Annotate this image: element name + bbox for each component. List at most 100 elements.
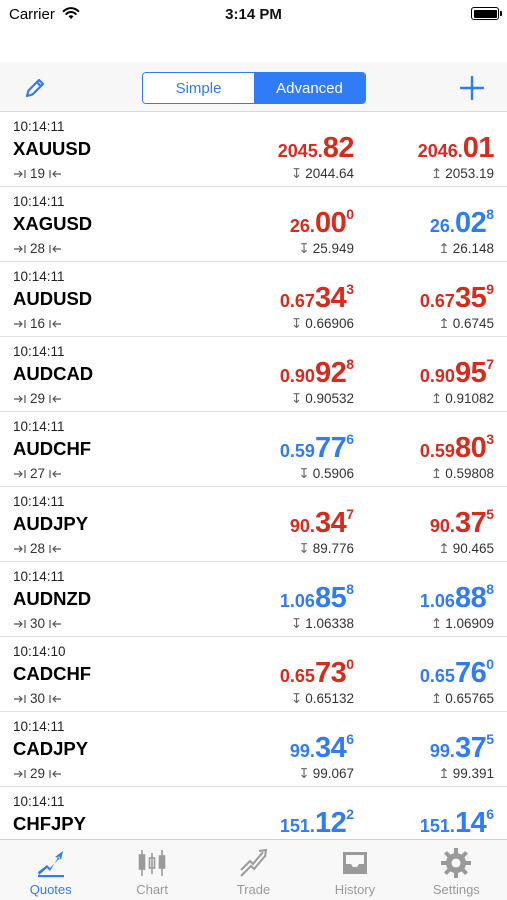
quote-time: 10:14:10 <box>13 644 66 659</box>
quote-row[interactable]: 10:14:11 AUDNZD 30 1.06858 1.06888 ↧ 1.06338 ↥ 1… <box>0 562 507 637</box>
spread-value: 29 <box>30 766 46 781</box>
day-low: ↧ 0.66906 <box>291 316 354 332</box>
bid-price-prefix: 0.67 <box>279 291 315 311</box>
day-high-value: 1.06909 <box>445 616 494 631</box>
quote-symbol: AUDCHF <box>13 438 92 459</box>
tab-history[interactable]: History <box>304 840 405 900</box>
quote-row[interactable]: 10:14:11 AUDUSD 16 0.67343 0.67359 ↧ 0.66906 ↥ 0… <box>0 262 507 337</box>
add-symbol-icon[interactable] <box>459 75 485 101</box>
bid-price[interactable]: 1.06858 <box>280 581 354 615</box>
ask-price-pips: 37 <box>454 732 487 764</box>
quote-symbol: AUDJPY <box>13 513 89 534</box>
quote-row[interactable]: 10:14:10 CADCHF 30 0.65730 0.65760 ↧ 0.65132 ↥ 0… <box>0 637 507 712</box>
tab-label: History <box>334 882 376 897</box>
history-icon <box>342 852 367 874</box>
ask-price-fraction: 0 <box>486 656 494 672</box>
spread-arrow-right-icon <box>14 769 26 778</box>
day-high: ↥ 99.391 <box>438 766 494 782</box>
bid-price-fraction: 3 <box>346 281 354 297</box>
quote-row[interactable]: 10:14:11 CADJPY 29 99.346 99.375 ↧ 99.067 ↥ 99.3… <box>0 712 507 787</box>
bid-price[interactable]: 26.000 <box>290 206 354 240</box>
bid-price-prefix: 26. <box>289 216 315 236</box>
day-high-value: 26.148 <box>452 241 494 256</box>
day-low: ↧ 0.90532 <box>291 391 354 407</box>
quote-row[interactable]: 10:14:11 AUDCHF 27 0.59776 0.59803 ↧ 0.5906 ↥ 0.… <box>0 412 507 487</box>
tab-quotes[interactable]: Quotes <box>0 840 101 900</box>
ask-price[interactable]: 99.375 <box>430 731 494 765</box>
quote-row[interactable]: 10:14:11 XAGUSD 28 26.000 26.028 ↧ 25.949 ↥ 26.1… <box>0 187 507 262</box>
quote-row[interactable]: 10:14:11 XAUUSD 19 2045.82 2046.01 ↧ 2044.64 ↥ 2… <box>0 112 507 187</box>
bid-price-pips: 92 <box>314 357 347 389</box>
bid-price-fraction: 8 <box>346 356 354 372</box>
segment-simple[interactable]: Simple <box>143 73 254 103</box>
up-arrow-icon: ↥ <box>438 541 450 556</box>
spread-arrow-left-icon <box>49 169 62 178</box>
bid-price[interactable]: 0.65730 <box>280 656 354 690</box>
bid-price[interactable]: 151.122 <box>280 806 354 839</box>
quote-time: 10:14:11 <box>13 344 65 359</box>
day-low-value: 0.90532 <box>305 391 354 406</box>
ask-price[interactable]: 0.59803 <box>420 431 494 465</box>
quote-symbol: CHFJPY <box>13 813 86 834</box>
quote-symbol: CADCHF <box>13 663 92 684</box>
bid-price-pips: 82 <box>322 132 355 164</box>
ask-price[interactable]: 90.375 <box>430 506 494 540</box>
ask-price-prefix: 2046. <box>417 141 463 161</box>
spread-arrow-right-icon <box>14 544 26 553</box>
bid-price-prefix: 151. <box>279 816 315 836</box>
ask-price[interactable]: 151.146 <box>420 806 494 839</box>
tab-trade[interactable]: Trade <box>203 840 304 900</box>
down-arrow-icon: ↧ <box>298 541 310 556</box>
quote-row[interactable]: 10:14:11 CHFJPY 151.122 151.146 <box>0 787 507 839</box>
bid-price[interactable]: 90.347 <box>290 506 354 540</box>
tab-chart[interactable]: Chart <box>101 840 202 900</box>
bid-price[interactable]: 0.67343 <box>280 281 354 315</box>
ask-price-pips: 88 <box>454 582 487 614</box>
day-low-value: 0.5906 <box>312 466 354 481</box>
spread-arrow-left-icon <box>49 319 62 328</box>
spread-arrow-left-icon <box>49 544 62 553</box>
ask-price-fraction: 5 <box>486 731 494 747</box>
ask-price-fraction: 8 <box>486 206 494 222</box>
bid-price-prefix: 99. <box>289 741 315 761</box>
bid-price-pips: 00 <box>314 207 347 239</box>
ask-price[interactable]: 26.028 <box>430 206 494 240</box>
spread-value: 28 <box>30 541 46 556</box>
ask-price-prefix: 90. <box>429 516 455 536</box>
bid-price[interactable]: 0.90928 <box>280 356 354 390</box>
ask-price-pips: 80 <box>454 432 487 464</box>
ask-price-prefix: 99. <box>429 741 455 761</box>
day-high-value: 90.465 <box>452 541 494 556</box>
bid-price[interactable]: 99.346 <box>290 731 354 765</box>
day-high-value: 0.6745 <box>452 316 494 331</box>
spread-arrow-left-icon <box>49 694 62 703</box>
down-arrow-icon: ↧ <box>298 241 310 256</box>
ask-price[interactable]: 0.67359 <box>420 281 494 315</box>
quote-row[interactable]: 10:14:11 AUDJPY 28 90.347 90.375 ↧ 89.776 ↥ 90.4… <box>0 487 507 562</box>
quote-list: 10:14:11 XAUUSD 19 2045.82 2046.01 ↧ 2044.64 ↥ 2… <box>0 112 507 839</box>
ask-price[interactable]: 2046.01 <box>417 131 495 165</box>
bid-price-prefix: 0.59 <box>279 441 315 461</box>
ask-price[interactable]: 0.90957 <box>420 356 494 390</box>
bid-price-pips: 34 <box>314 732 347 764</box>
day-high-value: 0.65765 <box>445 691 494 706</box>
spread-value: 30 <box>30 691 46 706</box>
bid-price-fraction: 6 <box>346 431 354 447</box>
day-low-value: 99.067 <box>312 766 354 781</box>
spread-arrow-left-icon <box>49 469 62 478</box>
pencil-edit-icon[interactable] <box>22 75 48 101</box>
day-low: ↧ 2044.64 <box>291 166 354 182</box>
tab-settings[interactable]: Settings <box>406 840 507 900</box>
bid-price-pips: 73 <box>314 657 347 689</box>
segment-advanced[interactable]: Advanced <box>254 73 365 103</box>
ask-price[interactable]: 1.06888 <box>420 581 494 615</box>
day-low: ↧ 89.776 <box>298 541 354 557</box>
ask-price-fraction: 8 <box>486 581 494 597</box>
up-arrow-icon: ↥ <box>438 766 450 781</box>
ask-price[interactable]: 0.65760 <box>420 656 494 690</box>
bid-price[interactable]: 2045.82 <box>278 131 355 165</box>
spread-arrow-right-icon <box>14 694 26 703</box>
quote-row[interactable]: 10:14:11 AUDCAD 29 0.90928 0.90957 ↧ 0.90532 ↥ 0… <box>0 337 507 412</box>
day-high: ↥ 0.6745 <box>438 316 494 332</box>
bid-price[interactable]: 0.59776 <box>280 431 354 465</box>
